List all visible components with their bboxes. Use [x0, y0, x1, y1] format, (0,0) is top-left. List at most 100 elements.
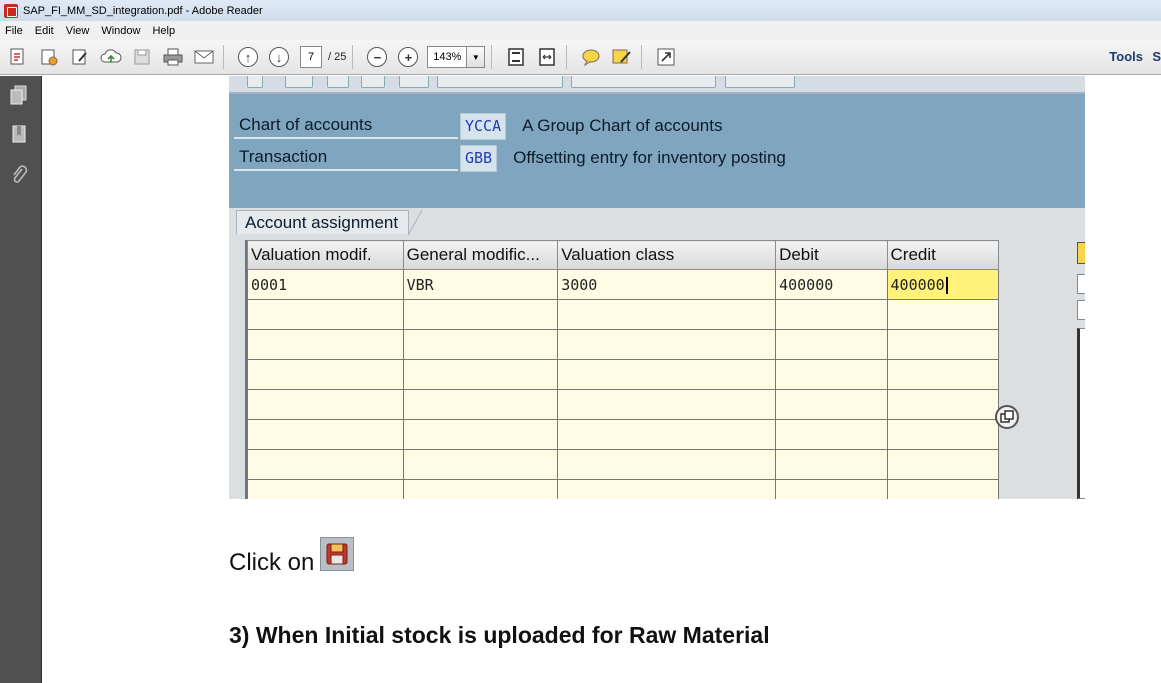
table-row: [247, 359, 1000, 390]
menu-help[interactable]: Help: [146, 25, 181, 37]
column-header-credit[interactable]: Credit: [886, 240, 1000, 270]
open-file-icon[interactable]: [36, 44, 62, 70]
credit-cell-value: 400000: [890, 275, 945, 294]
highlight-icon[interactable]: [609, 44, 635, 70]
grid-cell[interactable]: [886, 479, 1000, 499]
toolbar-separator: [491, 45, 493, 69]
grid-cell[interactable]: [402, 299, 559, 330]
sap-header-fields: Chart of accounts YCCA A Group Chart of …: [229, 96, 1085, 208]
grid-cell[interactable]: [247, 389, 404, 420]
edit-document-icon[interactable]: [67, 44, 93, 70]
grid-cell[interactable]: [402, 329, 559, 360]
page-total: / 25: [328, 51, 347, 63]
grid-cell[interactable]: [557, 449, 777, 480]
grid-cell[interactable]: [402, 359, 559, 390]
next-page-icon[interactable]: ↓: [266, 44, 292, 70]
email-icon[interactable]: [191, 44, 217, 70]
table-row: [247, 449, 1000, 480]
grid-cell[interactable]: [886, 329, 1000, 360]
grid-cell[interactable]: [775, 479, 888, 499]
side-control-button[interactable]: [1077, 274, 1085, 294]
credit-cell[interactable]: 400000: [886, 269, 1000, 300]
grid-cell[interactable]: [247, 449, 404, 480]
page-number-input[interactable]: 7: [300, 46, 322, 68]
grid-cell[interactable]: [775, 389, 888, 420]
grid-cell[interactable]: [775, 359, 888, 390]
chart-of-accounts-label: Chart of accounts: [234, 113, 458, 139]
sap-screenshot: Chart of accounts YCCA A Group Chart of …: [229, 76, 1085, 499]
grid-cell[interactable]: [886, 299, 1000, 330]
grid-cell[interactable]: [557, 479, 777, 499]
window-title: SAP_FI_MM_SD_integration.pdf - Adobe Rea…: [23, 4, 263, 17]
grid-cell[interactable]: [402, 419, 559, 450]
save-icon[interactable]: [129, 44, 155, 70]
menu-file[interactable]: File: [0, 25, 29, 37]
grid-cell[interactable]: [775, 449, 888, 480]
zoom-select[interactable]: 143% ▼: [427, 46, 486, 68]
bookmarks-icon[interactable]: [9, 124, 29, 146]
print-icon[interactable]: [160, 44, 186, 70]
menu-bar: File Edit View Window Help: [0, 21, 1161, 40]
debit-cell[interactable]: 400000: [775, 269, 888, 300]
grid-cell[interactable]: [775, 329, 888, 360]
text-cursor: [945, 276, 948, 294]
grid-cell[interactable]: [402, 449, 559, 480]
toolbar-separator: [566, 45, 568, 69]
click-on-text: Click on: [229, 549, 315, 576]
adobe-reader-icon: [4, 3, 18, 18]
sign-button-edge[interactable]: S: [1152, 49, 1161, 64]
grid-cell[interactable]: [557, 389, 777, 420]
attachments-icon[interactable]: [9, 164, 29, 186]
grid-cell[interactable]: [402, 479, 559, 499]
upload-cloud-icon[interactable]: [98, 44, 124, 70]
zoom-out-icon[interactable]: −: [364, 44, 390, 70]
grid-cell[interactable]: [247, 299, 404, 330]
vertical-scrollbar[interactable]: [1077, 328, 1085, 499]
valuation-modif-cell[interactable]: 0001: [247, 269, 404, 300]
tab-account-assignment[interactable]: Account assignment: [236, 210, 423, 235]
valuation-class-cell[interactable]: 3000: [557, 269, 777, 300]
column-header-valuation-class[interactable]: Valuation class: [557, 240, 777, 270]
table-row: [247, 419, 1000, 450]
fit-page-icon[interactable]: [503, 44, 529, 70]
grid-cell[interactable]: [775, 299, 888, 330]
grid-cell[interactable]: [557, 359, 777, 390]
menu-window[interactable]: Window: [95, 25, 146, 37]
previous-page-icon[interactable]: ↑: [235, 44, 261, 70]
grid-cell[interactable]: [557, 329, 777, 360]
general-modification-cell[interactable]: VBR: [402, 269, 559, 300]
grid-cell[interactable]: [557, 419, 777, 450]
grid-cell[interactable]: [247, 479, 404, 499]
page-thumbnails-icon[interactable]: [9, 84, 29, 106]
detail-button[interactable]: [995, 405, 1019, 429]
menu-edit[interactable]: Edit: [29, 25, 60, 37]
grid-cell[interactable]: [886, 449, 1000, 480]
column-header-valuation-modif[interactable]: Valuation modif.: [247, 240, 404, 270]
zoom-in-icon[interactable]: +: [395, 44, 421, 70]
grid-cell[interactable]: [775, 419, 888, 450]
zoom-value[interactable]: 143%: [427, 46, 468, 68]
grid-cell[interactable]: [886, 389, 1000, 420]
tools-button[interactable]: Tools: [1109, 49, 1143, 64]
column-header-general-modification[interactable]: General modific...: [402, 240, 559, 270]
chart-of-accounts-field[interactable]: YCCA: [460, 112, 507, 140]
grid-cell[interactable]: [886, 419, 1000, 450]
grid-cell[interactable]: [247, 359, 404, 390]
expand-icon[interactable]: [653, 44, 679, 70]
transaction-field[interactable]: GBB: [460, 144, 498, 172]
side-control-button[interactable]: [1077, 300, 1085, 320]
grid-cell[interactable]: [247, 329, 404, 360]
grid-cell[interactable]: [402, 389, 559, 420]
create-pdf-icon[interactable]: [5, 44, 31, 70]
sap-toolbar-fragment: [229, 76, 1085, 94]
menu-view[interactable]: View: [60, 25, 96, 37]
grid-cell[interactable]: [886, 359, 1000, 390]
fit-width-icon[interactable]: [534, 44, 560, 70]
chevron-down-icon[interactable]: ▼: [467, 46, 486, 68]
grid-cell[interactable]: [247, 419, 404, 450]
click-on-instruction: Click on: [229, 537, 355, 577]
side-control-button[interactable]: [1077, 242, 1085, 264]
comment-icon[interactable]: [578, 44, 604, 70]
column-header-debit[interactable]: Debit: [775, 240, 888, 270]
grid-cell[interactable]: [557, 299, 777, 330]
